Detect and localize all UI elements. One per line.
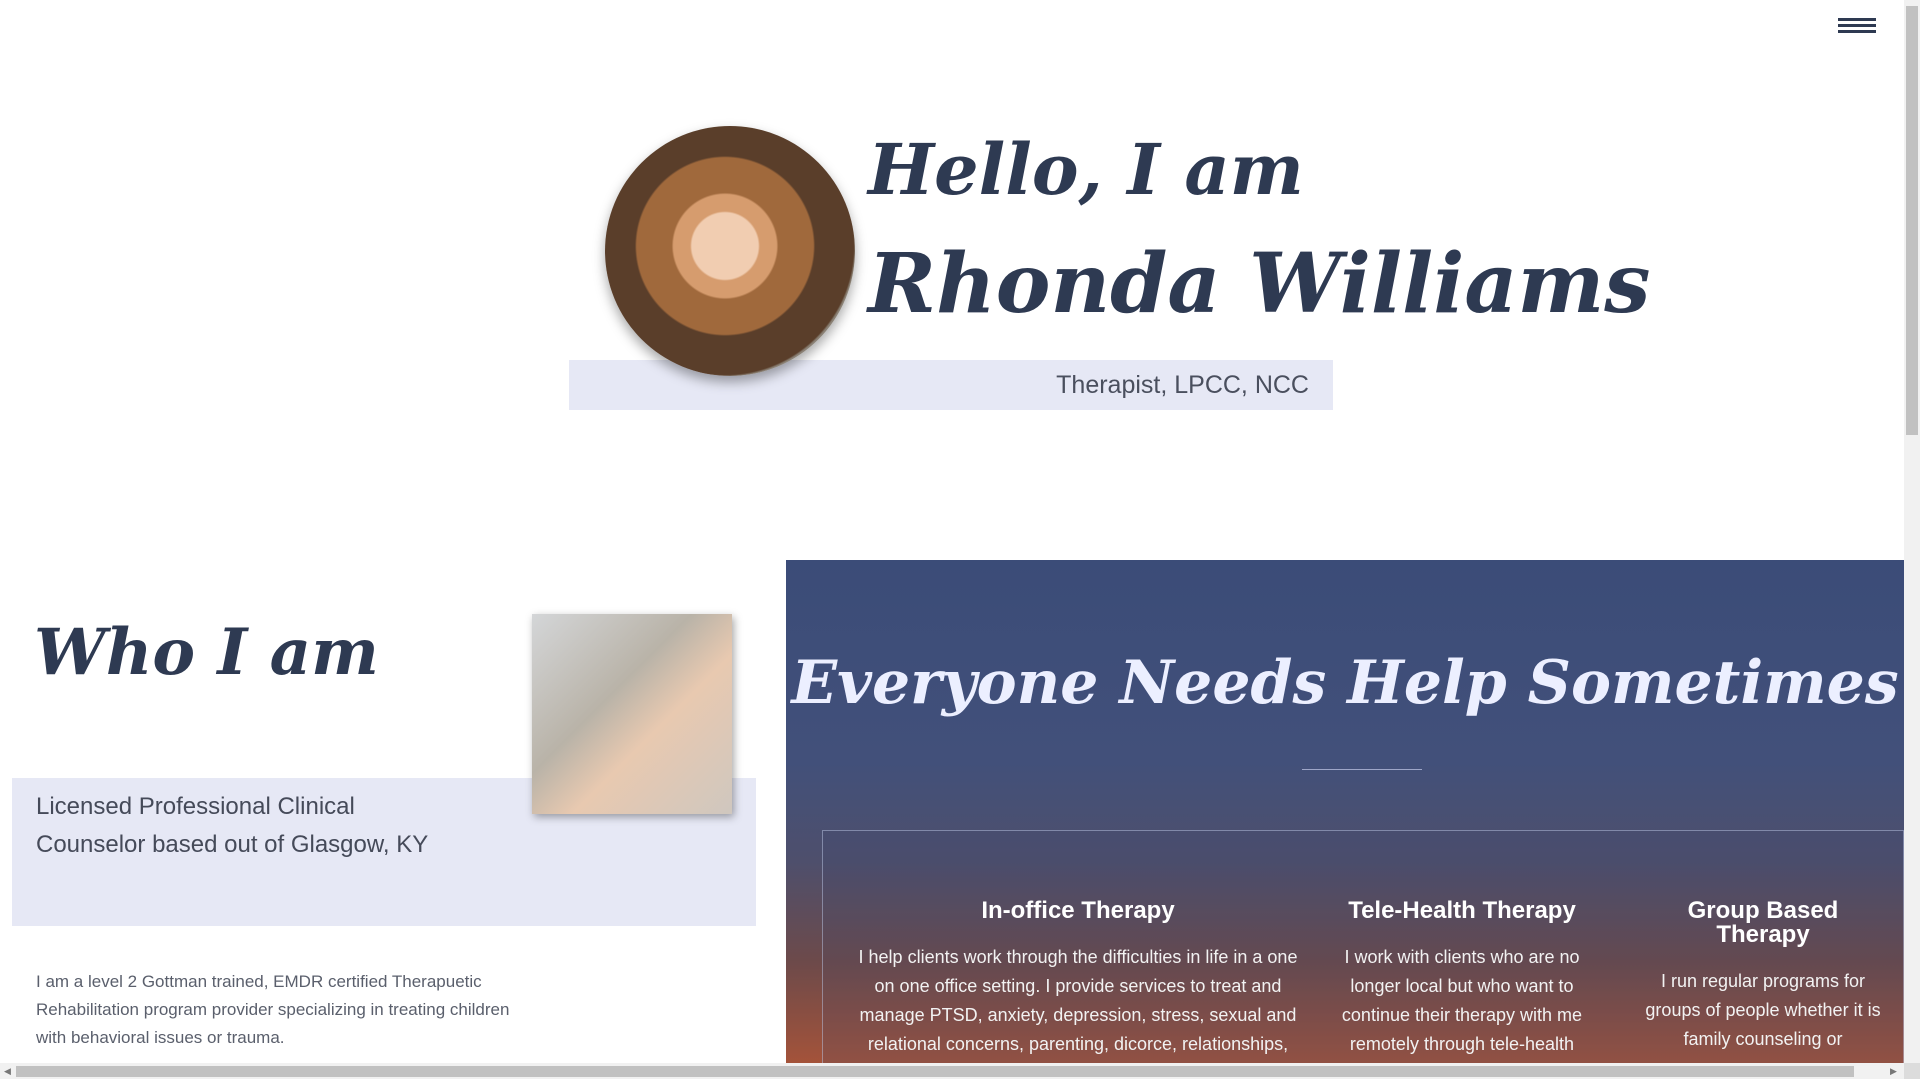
help-heading: Everyone Needs Help Sometimes	[791, 648, 1899, 718]
horizontal-scrollbar-thumb[interactable]	[16, 1066, 1854, 1077]
service-text: I run regular programs for groups of peo…	[1645, 971, 1881, 1049]
service-title: In-office Therapy	[981, 897, 1175, 924]
about-summary-line1: Licensed Professional Clinical	[36, 793, 355, 820]
scrollbar-corner	[1904, 1063, 1920, 1079]
service-text: I work with clients who are no longer lo…	[1341, 947, 1583, 1054]
service-title: Tele-Health Therapy	[1348, 897, 1576, 924]
about-summary-line2: Counselor based out of Glasgow, KY	[36, 831, 429, 858]
hamburger-menu-icon[interactable]	[1838, 18, 1876, 38]
service-in-office: In-office Therapy I help clients work th…	[847, 899, 1309, 1063]
service-group: Group Based Therapy I run regular progra…	[1643, 899, 1883, 1054]
service-tele-health: Tele-Health Therapy I work with clients …	[1337, 899, 1587, 1059]
service-title: Group Based Therapy	[1687, 897, 1839, 948]
help-section: Everyone Needs Help Sometimes In-office …	[786, 560, 1904, 1063]
hero-credentials: Therapist, LPCC, NCC	[569, 360, 1333, 410]
services-box: In-office Therapy I help clients work th…	[822, 830, 1904, 1063]
scroll-right-arrow-icon[interactable]: ▶	[1890, 1066, 1897, 1076]
help-divider	[1302, 769, 1422, 770]
vertical-scrollbar-thumb[interactable]	[1906, 6, 1918, 435]
about-heading: Who I am	[34, 615, 379, 690]
service-text: I help clients work through the difficul…	[858, 947, 1298, 1054]
scroll-left-arrow-icon[interactable]: ◀	[4, 1066, 11, 1076]
about-bio: I am a level 2 Gottman trained, EMDR cer…	[36, 972, 510, 1047]
hero-greeting: Hello, I am	[868, 128, 1304, 211]
hero-portrait-image	[605, 126, 855, 376]
hero-name: Rhonda Williams	[868, 236, 1651, 332]
about-photo	[532, 614, 732, 814]
